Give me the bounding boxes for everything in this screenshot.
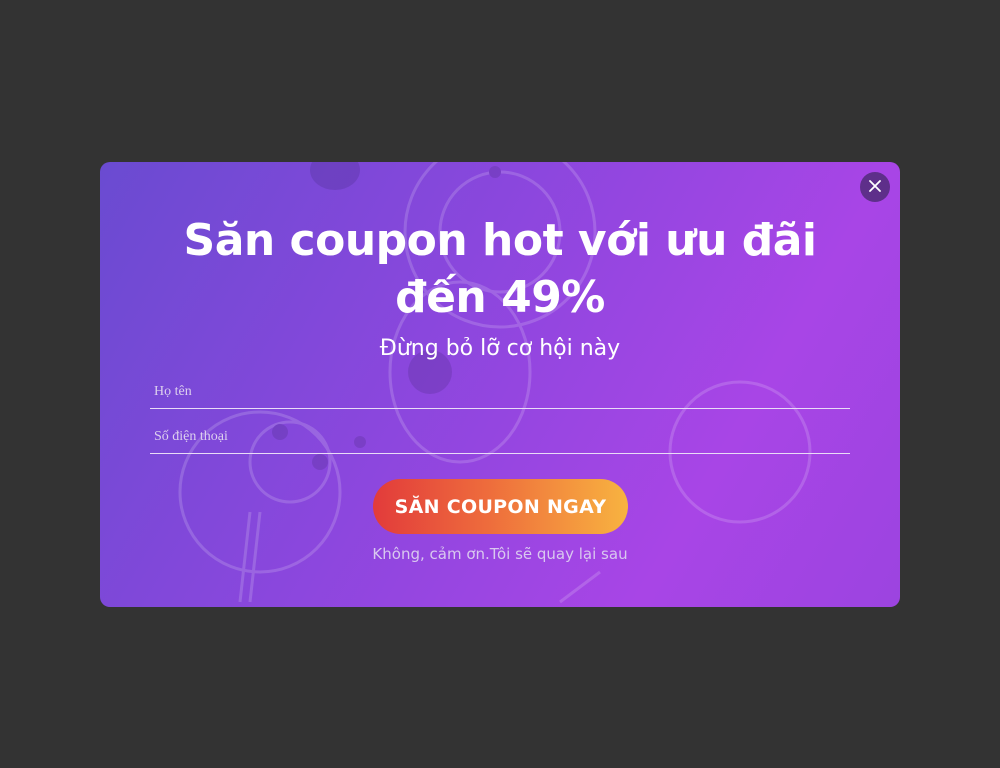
name-input[interactable] <box>150 376 850 408</box>
phone-input[interactable] <box>150 421 850 453</box>
phone-field <box>150 421 850 454</box>
get-coupon-button[interactable]: SĂN COUPON NGAY <box>373 479 628 534</box>
page-overlay: Săn coupon hot với ưu đãi đến 49% Đừng b… <box>0 0 1000 768</box>
close-icon <box>869 179 881 195</box>
decline-link[interactable]: Không, cảm ơn.Tôi sẽ quay lại sau <box>100 545 900 563</box>
popup-subtitle: Đừng bỏ lỡ cơ hội này <box>379 336 621 361</box>
coupon-popup: Săn coupon hot với ưu đãi đến 49% Đừng b… <box>100 162 900 607</box>
name-field <box>150 376 850 409</box>
popup-title: Săn coupon hot với ưu đãi đến 49% <box>183 215 817 323</box>
close-button[interactable] <box>860 172 890 202</box>
